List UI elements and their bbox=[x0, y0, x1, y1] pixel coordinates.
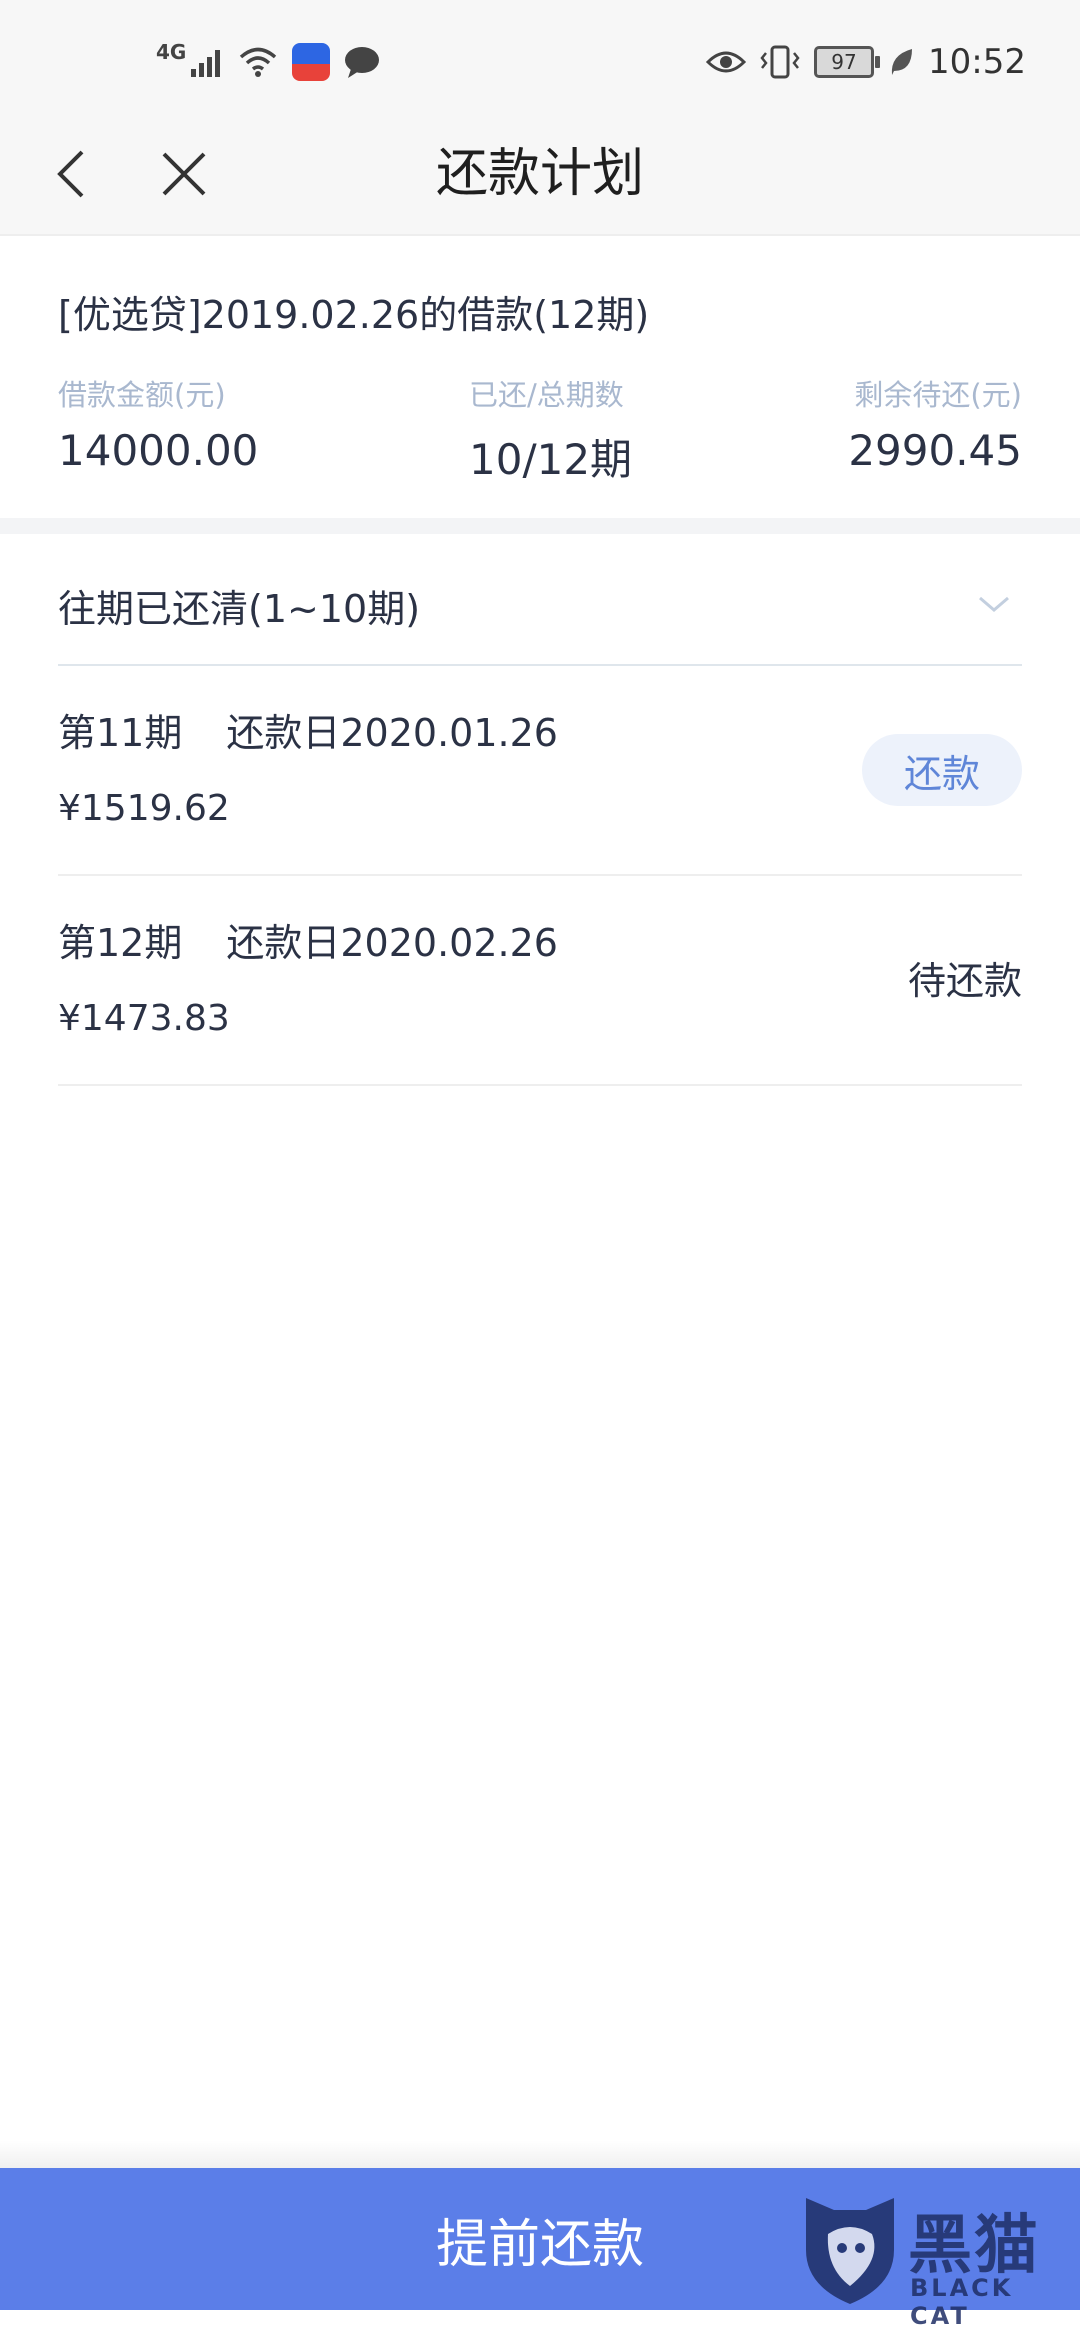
leaf-icon bbox=[891, 49, 913, 75]
clock: 10:52 bbox=[928, 42, 1026, 82]
installment-info: 第11期 还款日2020.01.26 bbox=[58, 702, 558, 757]
repay-button[interactable]: 还款 bbox=[862, 734, 1022, 806]
prepay-label: 提前还款 bbox=[435, 2214, 644, 2275]
loan-title: [优选贷]2019.02.26的借款(12期) bbox=[58, 293, 650, 337]
nav-bar: 还款计划 bbox=[0, 120, 1080, 236]
installment-amount: ¥1473.83 bbox=[58, 998, 230, 1039]
close-icon bbox=[162, 152, 206, 196]
signal-icon bbox=[191, 50, 221, 77]
stat-value: 2990.45 bbox=[848, 426, 1022, 475]
installment-due-date: 还款日2020.01.26 bbox=[226, 711, 558, 755]
autohome-app-icon bbox=[292, 43, 331, 81]
stat-loan-amount: 借款金额(元) 14000.00 bbox=[58, 372, 258, 475]
footer-shadow bbox=[0, 2140, 1080, 2168]
stat-value: 10/12期 bbox=[469, 435, 633, 484]
battery-indicator: 97 bbox=[814, 46, 881, 78]
section-divider bbox=[0, 518, 1080, 534]
installment-status: 待还款 bbox=[907, 959, 1022, 1003]
installment-info: 第12期 还款日2020.02.26 bbox=[58, 912, 558, 967]
back-button[interactable] bbox=[44, 142, 100, 206]
installment-period: 第11期 bbox=[58, 711, 183, 755]
wifi-icon bbox=[240, 47, 277, 77]
installment-amount: ¥1519.62 bbox=[58, 788, 230, 829]
chevron-left-icon bbox=[57, 150, 84, 198]
watermark-cn: 黑猫 bbox=[908, 2209, 1040, 2283]
eye-icon bbox=[706, 51, 747, 73]
cat-shield-icon bbox=[806, 2198, 894, 2304]
stat-label: 剩余待还(元) bbox=[854, 378, 1022, 412]
vibrate-icon bbox=[760, 45, 800, 79]
stat-label: 已还/总期数 bbox=[469, 378, 624, 412]
installment-due-date: 还款日2020.02.26 bbox=[226, 921, 558, 965]
stat-value: 14000.00 bbox=[58, 426, 259, 475]
watermark-en: BLACK CAT bbox=[910, 2274, 1014, 2330]
stat-label: 借款金额(元) bbox=[58, 378, 226, 412]
history-label: 往期已还清(1~10期) bbox=[58, 587, 421, 631]
network-type: 4G bbox=[156, 40, 187, 64]
stat-periods: 已还/总期数 10/12期 bbox=[469, 372, 632, 487]
status-bar: 4G 97 10:52 bbox=[0, 0, 1080, 120]
installment-period: 第12期 bbox=[58, 921, 183, 965]
installment-row: 第12期 还款日2020.02.26 ¥1473.83 待还款 bbox=[58, 876, 1022, 1086]
close-button[interactable] bbox=[152, 142, 216, 206]
status-right: 97 10:52 bbox=[706, 38, 1026, 86]
history-toggle[interactable]: 往期已还清(1~10期) bbox=[58, 534, 1022, 666]
status-left: 4G bbox=[156, 38, 380, 86]
installment-row: 第11期 还款日2020.01.26 ¥1519.62 还款 bbox=[58, 666, 1022, 876]
blackcat-watermark: 黑猫 BLACK CAT bbox=[794, 2190, 1074, 2330]
loan-summary: [优选贷]2019.02.26的借款(12期) 借款金额(元) 14000.00… bbox=[0, 236, 1080, 518]
chevron-down-icon bbox=[979, 596, 1009, 612]
stat-remaining: 剩余待还(元) 2990.45 bbox=[848, 372, 1022, 475]
chat-bubble-icon bbox=[345, 47, 380, 78]
